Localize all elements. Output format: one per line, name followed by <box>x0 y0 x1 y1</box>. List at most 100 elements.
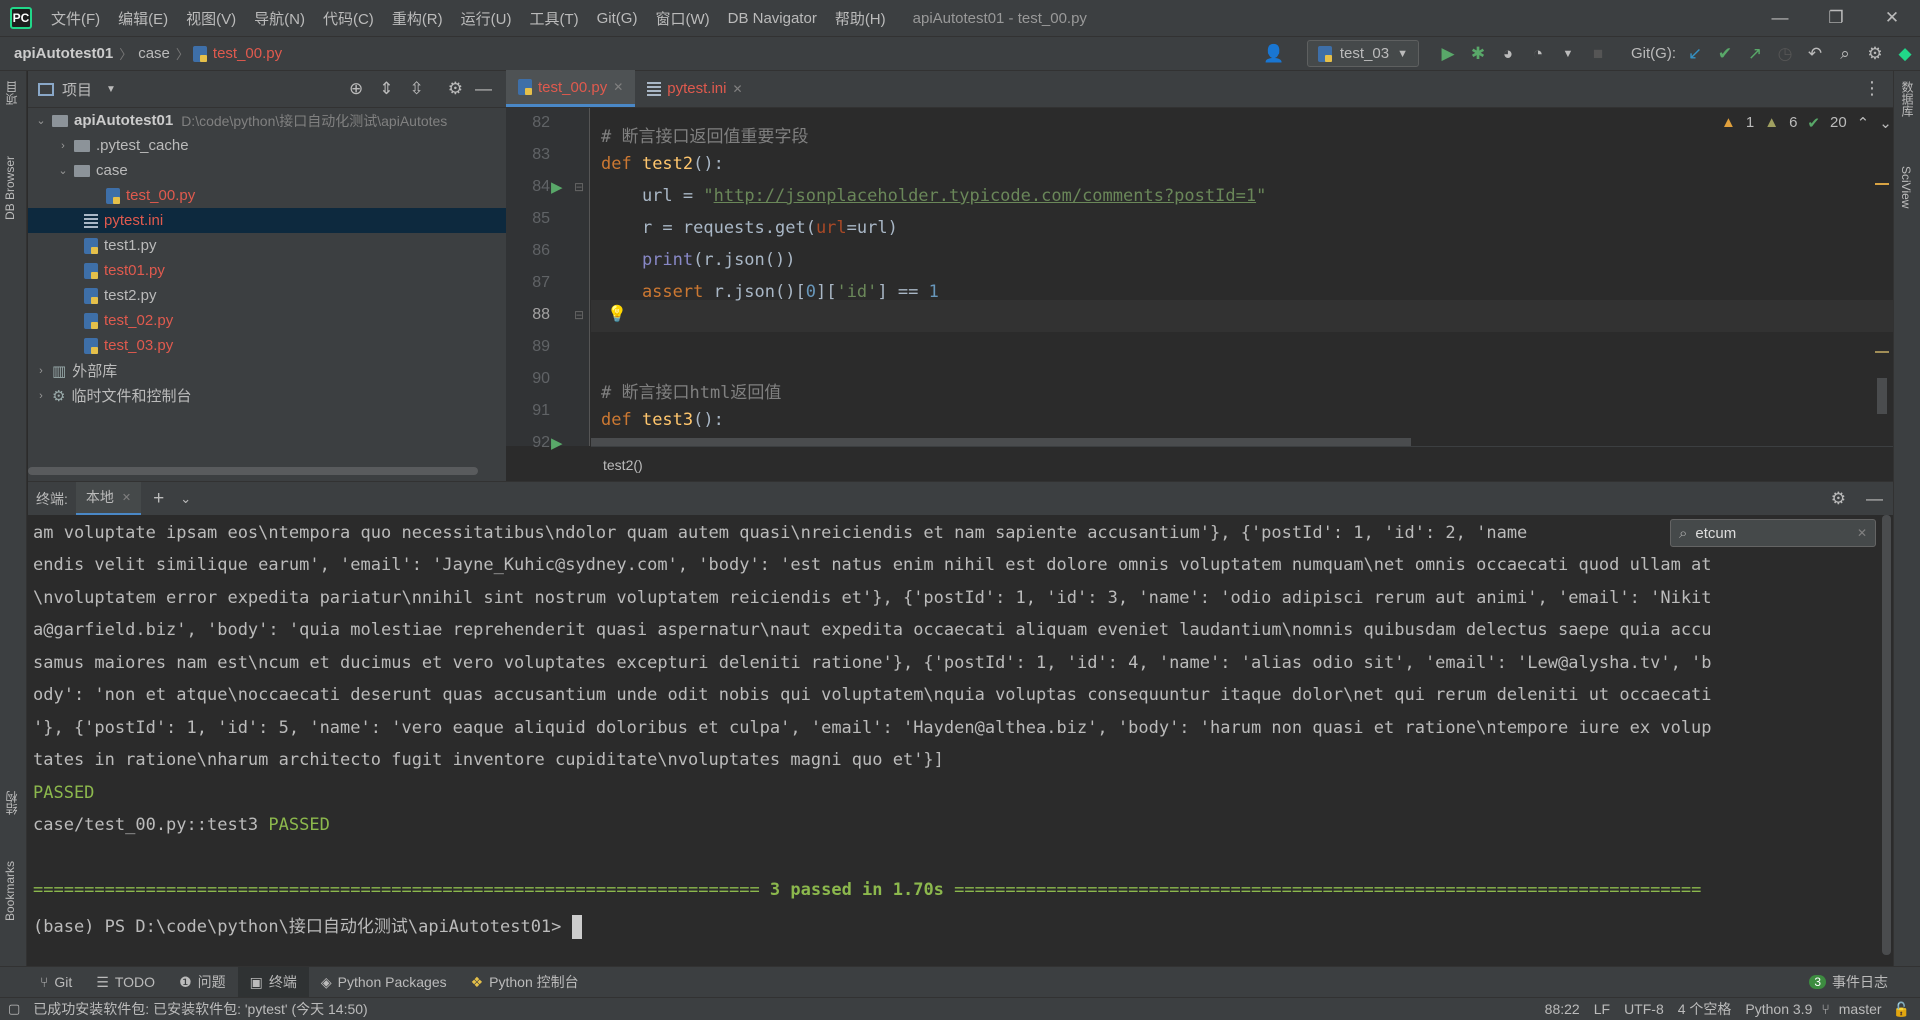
chevron-down-icon[interactable]: ▼ <box>106 84 116 95</box>
editor-horizontal-scrollbar[interactable] <box>591 438 1411 446</box>
menu-tools[interactable]: 工具(T) <box>520 8 587 29</box>
hide-terminal-icon[interactable]: — <box>1856 489 1893 509</box>
code-breadcrumb[interactable]: test2() <box>591 446 1893 478</box>
run-test-gutter-icon[interactable]: ▶ <box>551 178 563 196</box>
tree-item-test-00[interactable]: test_00.py <box>28 183 506 208</box>
search-icon[interactable]: ⌕ <box>1830 39 1860 69</box>
chevron-down-icon[interactable]: ⌄ <box>1879 114 1892 132</box>
tree-item-test-03[interactable]: test_03.py <box>28 333 506 358</box>
tree-item-test2[interactable]: test2.py <box>28 283 506 308</box>
menu-navigate[interactable]: 导航(N) <box>245 8 314 29</box>
tool-tab-problems[interactable]: ❶ 问题 <box>167 967 238 998</box>
user-icon[interactable]: 👤 <box>1259 39 1289 69</box>
intention-bulb-icon[interactable]: 💡 <box>607 304 627 323</box>
code-editor[interactable]: # 断言接口返回值重要字段 def test2(): url = "http:/… <box>591 108 1893 446</box>
vtab-structure[interactable]: 结构 <box>3 791 20 815</box>
coverage-icon[interactable]: ◕ <box>1493 39 1523 69</box>
git-commit-icon[interactable]: ✔ <box>1710 39 1740 69</box>
clear-search-icon[interactable]: ✕ <box>1857 526 1867 540</box>
breadcrumb-project[interactable]: apiAutotest01 <box>0 45 117 62</box>
menu-db-navigator[interactable]: DB Navigator <box>719 10 826 27</box>
breadcrumb-file[interactable]: test_00.py <box>209 45 286 62</box>
menu-code[interactable]: 代码(C) <box>314 8 383 29</box>
tree-item-scratches[interactable]: › ⚙ 临时文件和控制台 <box>28 383 506 408</box>
locate-file-icon[interactable]: ⊕ <box>349 79 363 99</box>
tab-test-00[interactable]: test_00.py ✕ <box>506 70 636 107</box>
menu-window[interactable]: 窗口(W) <box>646 8 718 29</box>
code-url[interactable]: http://jsonplaceholder.typicode.com/comm… <box>714 186 1256 206</box>
chevron-down-icon[interactable]: ▼ <box>1553 39 1583 69</box>
tab-pytest-ini[interactable]: pytest.ini ✕ <box>635 70 754 107</box>
menu-help[interactable]: 帮助(H) <box>826 8 895 29</box>
menu-git[interactable]: Git(G) <box>588 10 647 27</box>
menu-view[interactable]: 视图(V) <box>177 8 245 29</box>
vtab-database[interactable]: 数据库 <box>1899 81 1916 117</box>
python-interpreter[interactable]: Python 3.9 <box>1738 1001 1819 1017</box>
fold-icon[interactable]: ⊟ <box>574 180 584 194</box>
pycharm-logo-icon[interactable]: PC <box>10 7 32 29</box>
jetbrains-toolbox-icon[interactable]: ◆ <box>1890 39 1920 69</box>
tree-item-test1[interactable]: test1.py <box>28 233 506 258</box>
profile-icon[interactable]: ◔ <box>1523 39 1553 69</box>
restore-icon[interactable]: ❐ <box>1808 0 1864 36</box>
expand-all-icon[interactable]: ⇕ <box>379 79 393 99</box>
tree-item-root[interactable]: ⌄ apiAutotest01 D:\code\python\接口自动化测试\a… <box>28 108 506 133</box>
vtab-project[interactable]: 项目 <box>3 81 20 105</box>
terminal-search-field[interactable]: ⌕ etcum ✕ <box>1670 519 1876 547</box>
toggle-tool-windows-icon[interactable]: ▢ <box>0 1001 26 1017</box>
rollback-icon[interactable]: ↶ <box>1800 39 1830 69</box>
editor-vertical-scrollbar[interactable] <box>1877 378 1887 414</box>
tree-item-test-02[interactable]: test_02.py <box>28 308 506 333</box>
run-test-gutter-icon[interactable]: ▶ <box>551 434 563 452</box>
tree-item-test01[interactable]: test01.py <box>28 258 506 283</box>
close-tab-icon[interactable]: ✕ <box>613 80 623 94</box>
git-push-icon[interactable]: ↗ <box>1740 39 1770 69</box>
chevron-right-icon[interactable]: › <box>34 390 48 402</box>
caret-position[interactable]: 88:22 <box>1538 1001 1587 1017</box>
vtab-bookmarks[interactable]: Bookmarks <box>3 861 17 921</box>
collapse-all-icon[interactable]: ⇳ <box>410 79 424 99</box>
error-stripe-marker[interactable] <box>1875 183 1889 185</box>
stop-icon[interactable]: ■ <box>1583 39 1613 69</box>
tool-tab-todo[interactable]: ☰ TODO <box>84 967 167 998</box>
debug-icon[interactable]: ✱ <box>1463 39 1493 69</box>
git-history-icon[interactable]: ◷ <box>1770 39 1800 69</box>
inspection-widget[interactable]: ▲ 1 ▲ 6 ✔ 20 ⌃ ⌄ <box>1721 114 1892 132</box>
settings-gear-icon[interactable]: ⚙ <box>1860 39 1890 69</box>
chevron-up-icon[interactable]: ⌃ <box>1857 114 1870 132</box>
error-stripe-marker[interactable] <box>1875 351 1889 353</box>
tree-item-external-libraries[interactable]: › ▥ 外部库 <box>28 358 506 383</box>
close-icon[interactable]: ✕ <box>1864 0 1920 36</box>
git-branch[interactable]: master <box>1832 1001 1889 1017</box>
run-config-selector[interactable]: test_03 ▼ <box>1306 40 1419 67</box>
tree-item-case[interactable]: ⌄ case <box>28 158 506 183</box>
chevron-right-icon[interactable]: › <box>56 140 70 152</box>
close-tab-icon[interactable]: ✕ <box>122 491 131 504</box>
file-encoding[interactable]: UTF-8 <box>1617 1001 1671 1017</box>
menu-refactor[interactable]: 重构(R) <box>383 8 452 29</box>
horizontal-scrollbar[interactable] <box>28 467 478 475</box>
terminal-settings-icon[interactable]: ⚙ <box>1821 489 1856 509</box>
terminal-output[interactable]: am voluptate ipsam eos\ntempora quo nece… <box>28 515 1893 965</box>
tree-item-pytest-ini[interactable]: pytest.ini <box>28 208 506 233</box>
fold-icon[interactable]: ⊟ <box>574 308 584 322</box>
chevron-down-icon[interactable]: ⌄ <box>34 114 48 127</box>
menu-edit[interactable]: 编辑(E) <box>109 8 177 29</box>
project-panel-title[interactable]: 项目 <box>62 79 92 100</box>
terminal-tab-local[interactable]: 本地 ✕ <box>75 481 142 516</box>
status-message[interactable]: 已成功安装软件包: 已安装软件包: 'pytest' (今天 14:50) <box>26 999 374 1019</box>
vtab-db-browser[interactable]: DB Browser <box>3 156 17 220</box>
menu-run[interactable]: 运行(U) <box>452 8 521 29</box>
hide-panel-icon[interactable]: — <box>475 79 492 99</box>
minimize-icon[interactable]: — <box>1752 0 1808 36</box>
git-update-icon[interactable]: ↙ <box>1680 39 1710 69</box>
chevron-down-icon[interactable]: ⌄ <box>176 491 195 507</box>
menu-file[interactable]: 文件(F) <box>42 8 109 29</box>
tool-tab-python-console[interactable]: ❖ Python 控制台 <box>459 967 591 998</box>
run-icon[interactable]: ▶ <box>1433 39 1463 69</box>
chevron-right-icon[interactable]: › <box>34 365 48 377</box>
lock-icon[interactable]: 🔓 <box>1889 1001 1920 1018</box>
tool-tab-python-packages[interactable]: ◈ Python Packages <box>309 967 459 998</box>
vtab-sciview[interactable]: SciView <box>1899 166 1913 208</box>
terminal-scrollbar[interactable] <box>1880 515 1893 965</box>
